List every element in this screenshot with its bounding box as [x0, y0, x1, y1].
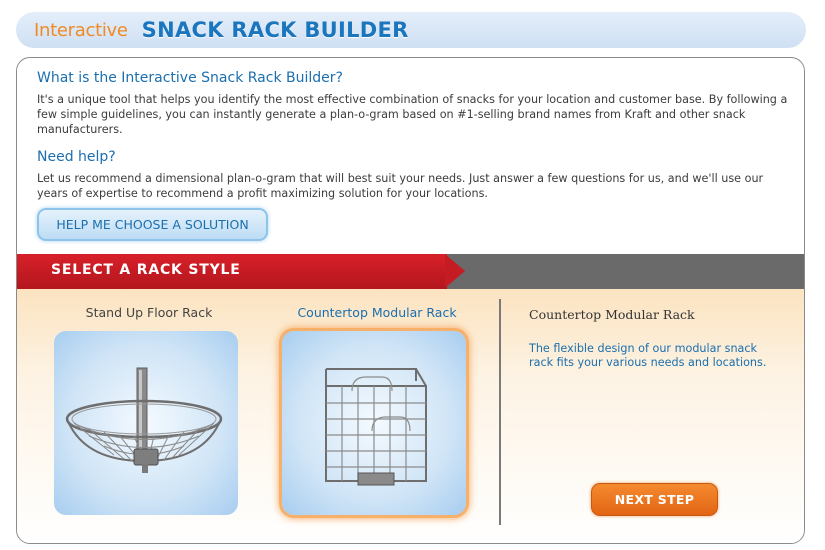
help-me-choose-button[interactable]: HELP ME CHOOSE A SOLUTION	[37, 208, 268, 241]
next-step-button[interactable]: NEXT STEP	[591, 483, 718, 516]
intro-body: It's a unique tool that helps you identi…	[37, 93, 788, 136]
rack-detail-description: The flexible design of our modular snack…	[529, 342, 767, 369]
help-body: Let us recommend a dimensional plan-o-gr…	[37, 172, 764, 200]
page-title: SNACK RACK BUILDER	[141, 18, 409, 42]
modular-rack-tile[interactable]	[282, 331, 466, 515]
header-prefix: Interactive	[34, 19, 128, 41]
rack-selection-area: Stand Up Floor Rack Countertop Modular R…	[17, 289, 804, 543]
band-arrow-shape	[445, 254, 465, 288]
rack-style-band: SELECT A RACK STYLE	[17, 254, 804, 289]
section-divider	[499, 299, 501, 525]
rack-option-floor[interactable]: Stand Up Floor Rack	[54, 289, 244, 539]
intro-heading: What is the Interactive Snack Rack Build…	[37, 70, 343, 86]
floor-rack-tile[interactable]	[54, 331, 238, 515]
main-panel: What is the Interactive Snack Rack Build…	[16, 57, 805, 544]
rack-option-title: Countertop Modular Rack	[297, 305, 457, 320]
intro-section: What is the Interactive Snack Rack Build…	[37, 70, 789, 137]
rack-option-title: Stand Up Floor Rack	[85, 305, 213, 320]
app-header: Interactive SNACK RACK BUILDER	[16, 12, 806, 48]
floor-rack-image	[65, 367, 223, 473]
help-heading: Need help?	[37, 149, 116, 165]
rack-option-modular[interactable]: Countertop Modular Rack	[282, 289, 472, 539]
modular-rack-image	[325, 368, 427, 486]
rack-style-label: SELECT A RACK STYLE	[51, 262, 241, 278]
rack-detail-panel: Countertop Modular Rack The flexible des…	[529, 307, 779, 370]
rack-detail-name: Countertop Modular Rack	[529, 307, 695, 322]
